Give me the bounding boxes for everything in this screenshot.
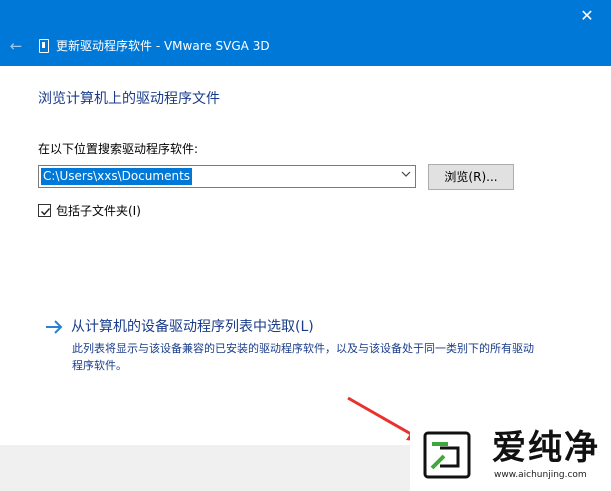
close-button[interactable]: ✕ xyxy=(569,2,605,30)
close-icon: ✕ xyxy=(580,6,594,25)
back-button[interactable]: ← xyxy=(6,34,26,58)
device-icon xyxy=(39,39,49,53)
browse-button[interactable]: 浏览(R)... xyxy=(428,164,514,190)
page-heading: 浏览计算机上的驱动程序文件 xyxy=(38,91,220,107)
path-combobox[interactable]: C:\Users\xxs\Documents xyxy=(38,165,416,188)
pick-from-list-description: 此列表将显示与该设备兼容的已安装的驱动程序软件，以及与该设备处于同一类别下的所有… xyxy=(72,342,534,372)
include-subfolders-label[interactable]: 包括子文件夹(I) xyxy=(56,203,141,219)
search-location-label: 在以下位置搜索驱动程序软件: xyxy=(38,142,199,156)
back-arrow-icon: ← xyxy=(9,37,23,55)
checkmark-icon xyxy=(41,208,51,216)
chevron-down-icon[interactable] xyxy=(400,170,412,182)
watermark-url: www.aichunjing.com xyxy=(494,470,587,480)
nav-row: ← 更新驱动程序软件 - VMware SVGA 3D xyxy=(0,34,611,58)
pick-from-list-title[interactable]: 从计算机的设备驱动程序列表中选取(L) xyxy=(71,316,314,338)
path-input-value[interactable]: C:\Users\xxs\Documents xyxy=(41,168,193,185)
watermark: 爱纯净 www.aichunjing.com xyxy=(410,420,611,491)
title-bar: ✕ ← 更新驱动程序软件 - VMware SVGA 3D xyxy=(0,0,611,66)
window-title: 更新驱动程序软件 - VMware SVGA 3D xyxy=(56,39,270,53)
watermark-text: 爱纯净 xyxy=(492,428,600,468)
include-subfolders-checkbox[interactable] xyxy=(38,204,51,217)
arrow-right-icon xyxy=(46,320,63,334)
watermark-logo-icon xyxy=(423,431,471,479)
